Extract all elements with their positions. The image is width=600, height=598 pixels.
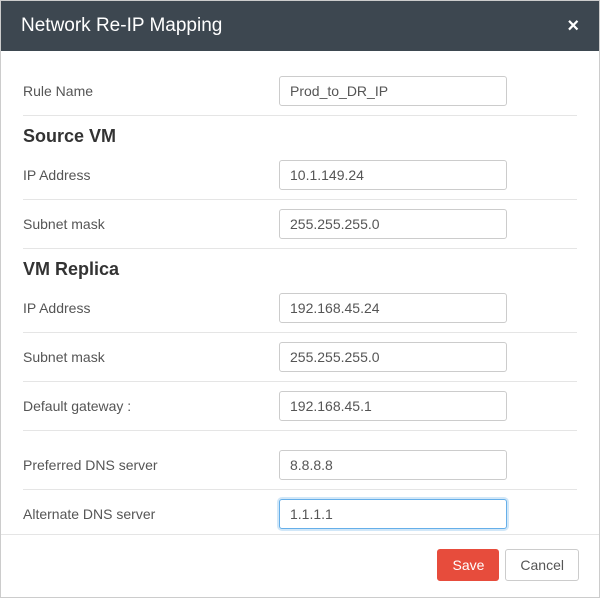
source-ip-label: IP Address <box>23 167 279 183</box>
dialog-title: Network Re-IP Mapping <box>21 15 222 37</box>
preferred-dns-label: Preferred DNS server <box>23 457 279 473</box>
preferred-dns-input[interactable] <box>279 450 507 480</box>
network-reip-mapping-dialog: Network Re-IP Mapping × Rule Name Source… <box>0 0 600 598</box>
source-ip-row: IP Address <box>23 151 577 200</box>
rule-name-row: Rule Name <box>23 67 577 116</box>
replica-gateway-label: Default gateway : <box>23 398 279 414</box>
close-icon[interactable]: × <box>567 16 579 36</box>
alternate-dns-row: Alternate DNS server <box>23 490 577 534</box>
source-subnet-row: Subnet mask <box>23 200 577 249</box>
rule-name-input[interactable] <box>279 76 507 106</box>
alternate-dns-label: Alternate DNS server <box>23 506 279 522</box>
alternate-dns-input[interactable] <box>279 499 507 529</box>
cancel-button[interactable]: Cancel <box>505 549 579 581</box>
source-vm-heading: Source VM <box>23 116 577 151</box>
source-subnet-label: Subnet mask <box>23 216 279 232</box>
vm-replica-heading: VM Replica <box>23 249 577 284</box>
save-button[interactable]: Save <box>437 549 499 581</box>
source-ip-input[interactable] <box>279 160 507 190</box>
replica-gateway-row: Default gateway : <box>23 382 577 431</box>
source-subnet-input[interactable] <box>279 209 507 239</box>
dialog-footer: Save Cancel <box>1 534 599 597</box>
replica-subnet-input[interactable] <box>279 342 507 372</box>
preferred-dns-row: Preferred DNS server <box>23 441 577 490</box>
replica-ip-row: IP Address <box>23 284 577 333</box>
dialog-body: Rule Name Source VM IP Address Subnet ma… <box>1 51 599 534</box>
replica-subnet-label: Subnet mask <box>23 349 279 365</box>
rule-name-label: Rule Name <box>23 83 279 99</box>
replica-subnet-row: Subnet mask <box>23 333 577 382</box>
dialog-header: Network Re-IP Mapping × <box>1 1 599 51</box>
replica-ip-label: IP Address <box>23 300 279 316</box>
replica-gateway-input[interactable] <box>279 391 507 421</box>
replica-ip-input[interactable] <box>279 293 507 323</box>
